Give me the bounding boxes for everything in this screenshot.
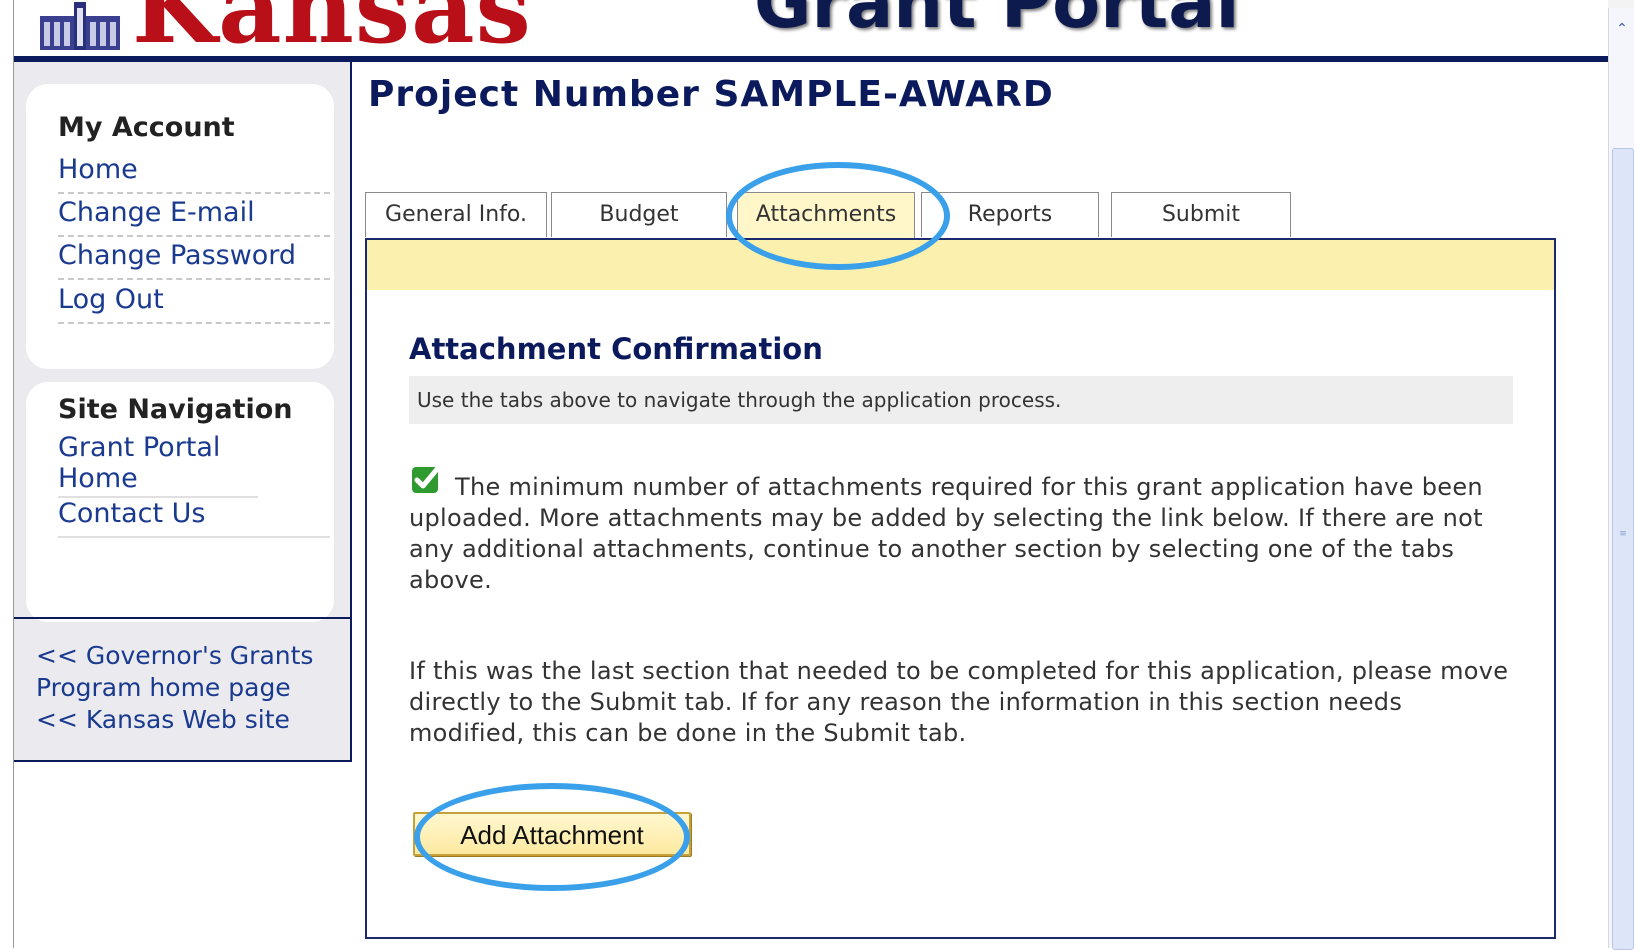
vertical-scrollbar[interactable]: ⌃ ≡: [1608, 8, 1634, 950]
scroll-up-arrow-icon[interactable]: ⌃: [1611, 18, 1633, 40]
sidebar: My Account Home Change E-mail Change Pas…: [14, 62, 352, 762]
site-navigation-heading: Site Navigation: [58, 394, 293, 425]
capitol-building-icon: [40, 2, 120, 50]
sidebar-link-contact-us[interactable]: Contact Us: [58, 494, 330, 538]
confirmation-text: The minimum number of attachments requir…: [409, 473, 1483, 594]
panel-highlight-strip: [367, 240, 1554, 290]
sidebar-link-home[interactable]: Home: [58, 150, 330, 194]
sidebar-separator: [14, 617, 350, 619]
sidebar-link-grant-portal-home[interactable]: Grant Portal Home: [58, 432, 258, 498]
scrollbar-grip-icon: ≡: [1619, 529, 1627, 539]
tab-submit[interactable]: Submit: [1111, 192, 1291, 237]
project-title: Project Number SAMPLE-AWARD: [368, 74, 1054, 115]
tab-general-info[interactable]: General Info.: [365, 192, 547, 237]
annotation-oval-add-attachment: [414, 783, 690, 891]
annotation-oval-attachments-tab: [726, 162, 950, 270]
instructions-bar: Use the tabs above to navigate through t…: [409, 376, 1513, 424]
sidebar-link-change-password[interactable]: Change Password: [58, 236, 330, 280]
my-account-heading: My Account: [58, 112, 235, 143]
site-title: Kansas: [132, 0, 532, 58]
tab-budget[interactable]: Budget: [551, 192, 727, 237]
submit-note: If this was the last section that needed…: [409, 657, 1509, 747]
sidebar-link-log-out[interactable]: Log Out: [58, 280, 330, 324]
sidebar-link-change-email[interactable]: Change E-mail: [58, 193, 330, 237]
governors-grants-link[interactable]: << Governor's Grants Program home page: [36, 640, 326, 704]
kansas-web-site-link[interactable]: << Kansas Web site: [36, 704, 290, 736]
window-left-edge: [0, 0, 14, 948]
scrollbar-thumb[interactable]: ≡: [1612, 148, 1634, 950]
portal-title: Grant Portal: [754, 0, 1240, 44]
section-heading: Attachment Confirmation: [409, 332, 823, 366]
header-banner: Kansas Grant Portal: [14, 0, 1608, 58]
